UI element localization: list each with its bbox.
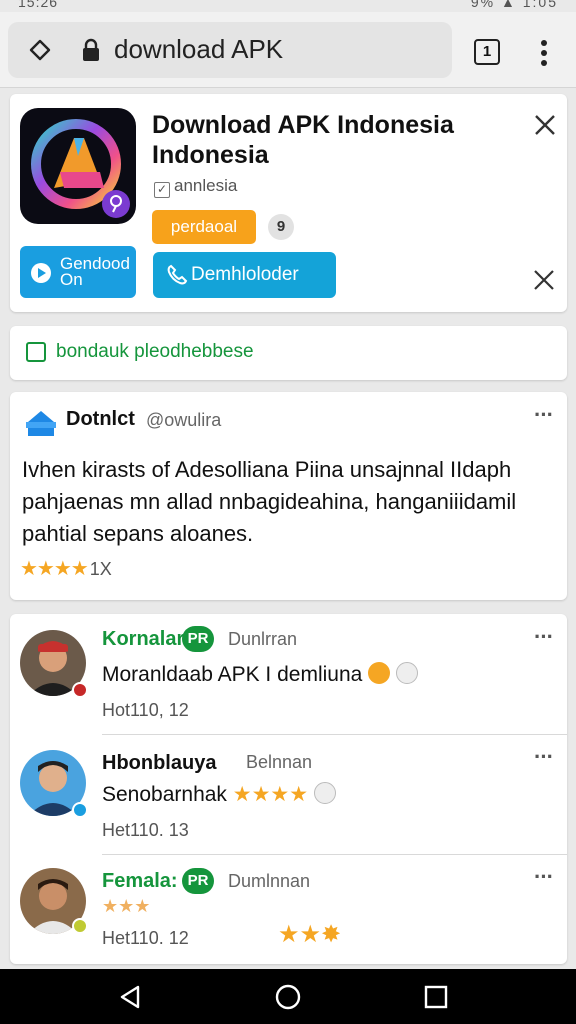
browser-toolbar: download APK 1 (0, 12, 576, 88)
pr-badge: PR (182, 626, 214, 652)
post-body: Ivhen kirasts of Adesolliana Piina unsaj… (22, 457, 517, 546)
app-logo-icon (31, 119, 130, 218)
post-author[interactable]: Dotnlct (66, 408, 135, 431)
comments-card: Kornalar PR Dunlrran ··· Moranldaab APK … (10, 614, 567, 964)
dismiss-icon[interactable] (532, 268, 556, 292)
divider (102, 734, 567, 735)
url-text[interactable]: download APK (114, 34, 283, 65)
comment-text-value: Moranldaab APK I demliuna (102, 663, 363, 686)
comment-text-value: Senobarnhak (102, 783, 227, 806)
rating-stars-icon: ★★★★ (20, 558, 89, 580)
get-on-button[interactable]: Gendood On (20, 246, 136, 298)
home-nav-icon[interactable] (274, 983, 302, 1011)
url-field[interactable]: download APK (8, 22, 452, 78)
status-dot-icon (72, 802, 88, 818)
smile-emoji-icon (368, 662, 391, 684)
home-icon[interactable] (28, 38, 52, 62)
play-store-icon (31, 263, 51, 283)
smile-outline-emoji-icon (313, 782, 336, 804)
comment-more-icon[interactable]: ··· (534, 744, 554, 770)
download-button[interactable]: Demhloloder (153, 252, 336, 298)
comment-time: Hot110, 12 (102, 700, 189, 720)
pr-badge: PR (182, 868, 214, 894)
get-on-label: Gendood On (60, 254, 130, 289)
system-navigation-bar (0, 969, 576, 1024)
tab-switcher-button[interactable]: 1 (474, 39, 500, 65)
status-dot-icon (72, 682, 88, 698)
overflow-menu-icon[interactable] (536, 38, 552, 68)
comment-author[interactable]: Kornalar (102, 628, 184, 651)
brand-logo-icon (26, 411, 56, 436)
comment-author[interactable]: Hbonblauya (102, 752, 216, 775)
comment-time: Het110. 12 (102, 928, 189, 948)
checkbox-icon[interactable] (26, 342, 46, 362)
status-time: 15:26 (18, 0, 59, 10)
post-card: Dotnlct @owulira ··· Ivhen kirasts of Ad… (10, 392, 567, 600)
back-icon[interactable] (116, 983, 144, 1011)
post-handle: @owulira (146, 410, 222, 430)
download-label: Demhloloder (191, 264, 299, 285)
comment-subtitle: Dumlnnan (228, 871, 311, 891)
app-title: Download APK Indonesia Indonesia (152, 111, 454, 169)
verified-check-icon: ✓ (154, 182, 170, 198)
status-dot-icon (72, 918, 88, 934)
comment-author[interactable]: Femala: (102, 870, 178, 893)
comment-more-icon[interactable]: ··· (534, 624, 554, 650)
app-developer: ✓ annlesia (154, 176, 237, 198)
post-more-icon[interactable]: ··· (534, 402, 554, 428)
rating-value: 1X (89, 559, 112, 579)
comment-text: Senobarnhak ★★★★ (102, 782, 336, 807)
divider (102, 854, 567, 855)
status-bar: 15:26 9% ▲ 1:05 (0, 0, 576, 12)
app-icon[interactable] (20, 108, 136, 224)
category-badge[interactable]: perdaoal (152, 210, 256, 244)
phone-icon (167, 264, 188, 285)
comment-stars-icon: ★★★★ (232, 783, 309, 806)
lock-icon (83, 38, 99, 61)
comment-more-icon[interactable]: ··· (534, 864, 554, 890)
comment-time: Het110. 13 (102, 820, 189, 840)
count-badge: 9 (268, 214, 294, 240)
post-rating: ★★★★ 1X (20, 556, 112, 581)
comment-subtitle: Belnnan (246, 752, 313, 772)
close-icon[interactable] (532, 112, 558, 138)
app-download-card: Download APK Indonesia Indonesia ✓ annles… (10, 94, 567, 312)
smile-outline-emoji-icon (396, 662, 419, 684)
comment-stars-icon: ★★★ (102, 896, 151, 916)
developer-name: annlesia (174, 176, 238, 195)
time-stars-icon: ★★✸ (278, 921, 342, 948)
recents-icon[interactable] (422, 983, 450, 1011)
comment-text: Moranldaab APK I demliuna (102, 662, 419, 687)
status-icons: 9% ▲ 1:05 (470, 0, 558, 10)
link-card[interactable]: bondauk pleodhebbese (10, 326, 567, 380)
comment-subtitle: Dunlrran (228, 629, 298, 649)
link-text[interactable]: bondauk pleodhebbese (56, 341, 254, 363)
